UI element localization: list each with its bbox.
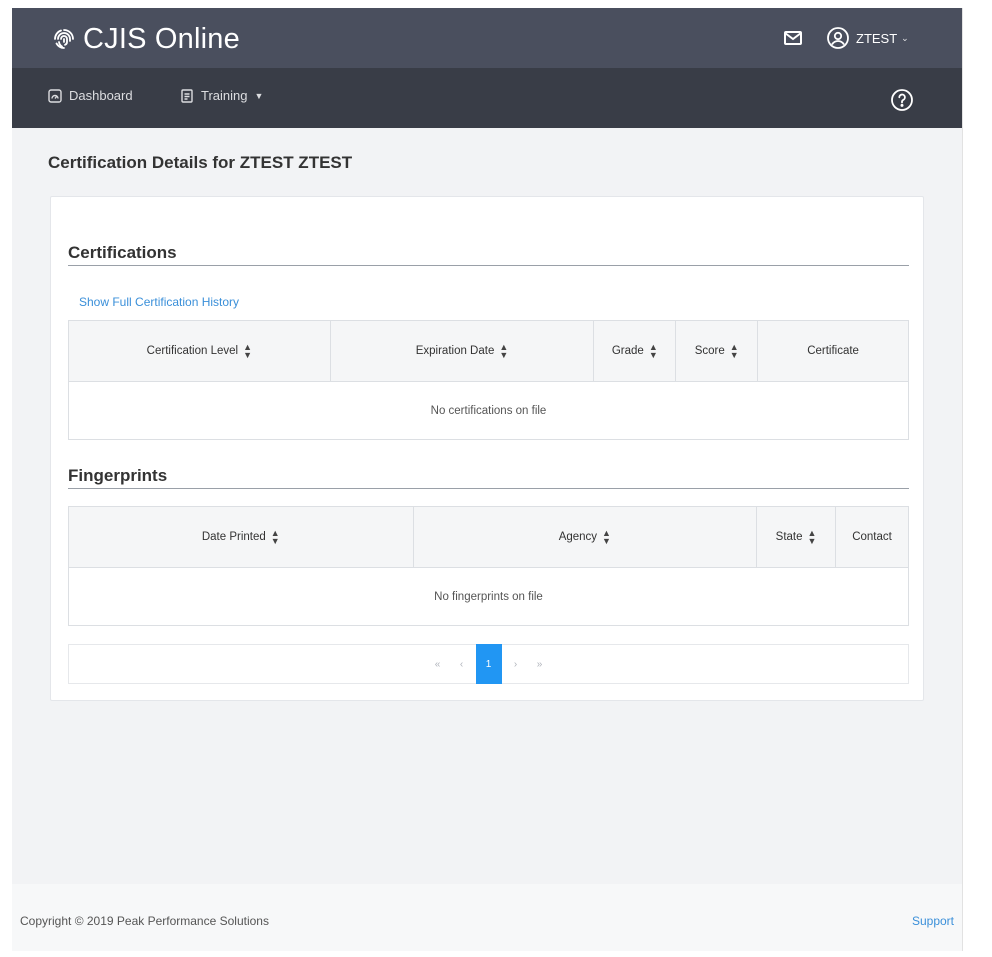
document-icon [181,88,193,103]
nav-bar: Dashboard Training ▼ [12,68,962,128]
show-certification-history-link[interactable]: Show Full Certification History [79,295,239,309]
chevron-down-icon: ⌄ [901,32,909,43]
column-header-date-printed[interactable]: Date Printed ▲ ▼ [68,506,414,568]
top-bar: CJIS Online ZTEST ⌄ [12,8,962,68]
column-header-certification-level[interactable]: Certification Level ▲ ▼ [68,320,331,382]
table-row: No certifications on file [68,381,909,440]
nav-item-dashboard[interactable]: Dashboard [48,88,133,103]
column-header-expiration-date[interactable]: Expiration Date ▲ ▼ [329,320,595,382]
nav-dashboard-label: Dashboard [69,88,133,103]
nav-item-training[interactable]: Training ▼ [180,88,263,103]
user-menu[interactable]: ZTEST ⌄ [826,24,909,52]
app-logo[interactable]: CJIS Online [52,22,240,56]
footer: Copyright © 2019 Peak Performance Soluti… [12,884,962,951]
user-name: ZTEST [856,30,898,46]
fingerprints-header-row: Date Printed ▲ ▼ Agency ▲ ▼ State ▲ ▼ Contact [68,506,909,568]
certifications-header-row: Certification Level ▲ ▼ Expiration Date ▲ ▼ … [68,320,909,382]
first-page-button[interactable]: « [428,651,448,677]
sort-icon: ▲ ▼ [499,342,509,360]
sort-icon: ▲ ▼ [648,342,658,360]
help-icon[interactable] [890,88,914,112]
mail-icon[interactable] [782,28,804,48]
copyright-text: Copyright © 2019 Peak Performance Soluti… [20,914,269,928]
scrollbar-track[interactable] [962,8,992,951]
column-header-contact: Contact [835,506,909,568]
sort-icon: ▲ ▼ [807,528,817,546]
support-link[interactable]: Support [912,914,954,928]
certifications-heading: Certifications [68,243,177,262]
page-title: Certification Details for ZTEST ZTEST [48,153,353,172]
table-row: No fingerprints on file [68,567,909,626]
fingerprints-heading: Fingerprints [68,466,168,485]
next-page-button[interactable]: › [506,651,526,677]
pagination: « ‹ 1 › » [68,644,909,684]
column-header-score[interactable]: Score ▲ ▼ [675,320,759,382]
last-page-button[interactable]: » [530,651,550,677]
fingerprints-divider [68,488,909,489]
certifications-table: Certification Level ▲ ▼ Expiration Date ▲ ▼ … [68,320,909,440]
certifications-empty-message: No certifications on file [68,381,909,440]
sort-icon: ▲ ▼ [243,342,252,360]
column-header-state[interactable]: State ▲ ▼ [756,506,837,568]
details-card: Certifications Show Full Certification H… [50,196,924,701]
app-window: CJIS Online ZTEST ⌄ Dashboard Training ▼… [12,8,962,951]
column-header-agency[interactable]: Agency ▲ ▼ [412,506,758,568]
caret-down-icon: ▼ [254,90,264,101]
fingerprints-empty-message: No fingerprints on file [68,567,909,626]
page-1-button[interactable]: 1 [475,644,502,684]
sort-icon: ▲ ▼ [270,528,280,546]
certifications-divider [68,265,909,266]
fingerprint-logo-icon [54,29,74,49]
column-header-certificate: Certificate [757,320,909,382]
user-circle-icon [827,27,849,49]
fingerprints-table: Date Printed ▲ ▼ Agency ▲ ▼ State ▲ ▼ Contact … [68,506,909,626]
sort-icon: ▲ ▼ [602,528,611,546]
sort-icon: ▲ ▼ [729,342,739,360]
previous-page-button[interactable]: ‹ [452,651,472,677]
column-header-grade[interactable]: Grade ▲ ▼ [593,320,677,382]
nav-training-label: Training [201,88,248,103]
app-title: CJIS Online [83,22,240,55]
dashboard-icon [48,88,62,103]
